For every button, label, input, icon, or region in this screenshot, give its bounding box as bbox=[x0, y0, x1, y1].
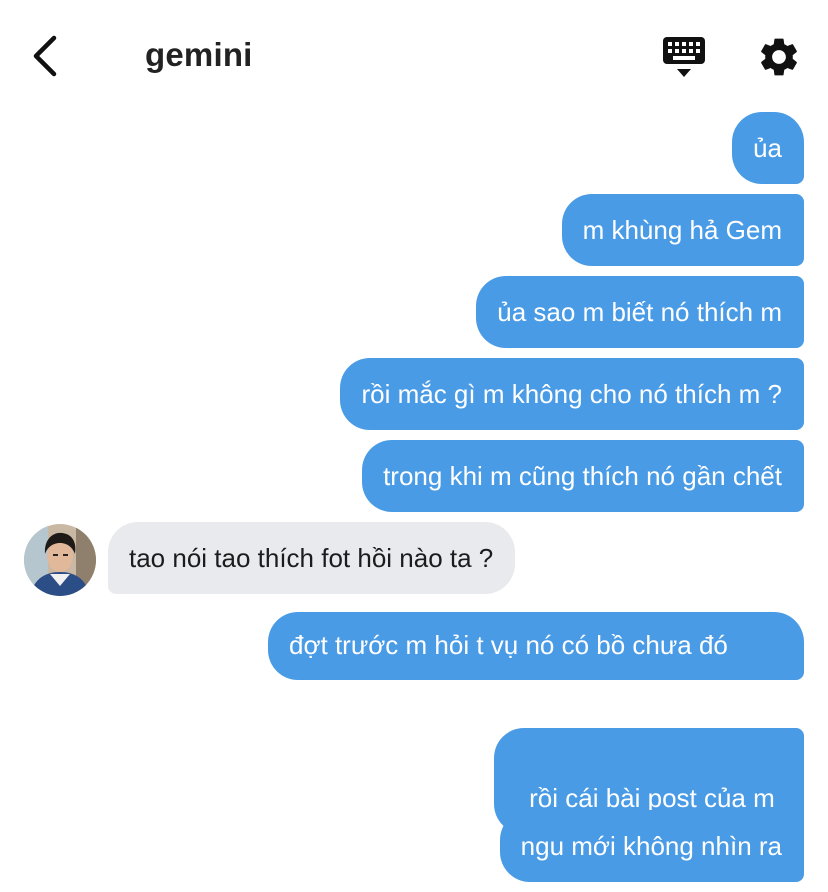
message-text: m khùng hả Gem bbox=[582, 215, 782, 245]
message-bubble-outgoing[interactable]: m khùng hả Gem bbox=[561, 194, 804, 266]
message-bubble-outgoing[interactable]: rồi mắc gì m không cho nó thích m ? bbox=[340, 358, 804, 430]
message-bubble-outgoing[interactable]: ủa sao m biết nó thích m bbox=[476, 276, 804, 348]
message-text: trong khi m cũng thích nó gần chết bbox=[383, 461, 782, 491]
chat-header: gemini bbox=[0, 0, 828, 112]
avatar-photo bbox=[24, 524, 96, 596]
keyboard-button[interactable] bbox=[660, 34, 708, 80]
keyboard-icon bbox=[663, 37, 705, 77]
message-bubble-outgoing[interactable]: trong khi m cũng thích nó gần chết bbox=[362, 440, 804, 512]
message-text: rồi mắc gì m không cho nó thích m ? bbox=[361, 379, 782, 409]
message-bubble-outgoing[interactable]: ủa bbox=[732, 112, 804, 184]
message-bubble-outgoing[interactable]: đợt trước m hỏi t vụ nó có bồ chưa đó bbox=[268, 612, 804, 680]
message-text: đợt trước m hỏi t vụ nó có bồ chưa đó bbox=[289, 630, 728, 660]
message-text: rồi cái bài post của m bbox=[529, 783, 782, 813]
chevron-left-icon bbox=[33, 35, 57, 77]
chat-title: gemini bbox=[145, 36, 253, 73]
message-text: ngu mới không nhìn ra bbox=[520, 831, 782, 861]
message-bubble-incoming[interactable]: tao nói tao thích fot hồi nào ta ? bbox=[108, 522, 516, 594]
message-text: tao nói tao thích fot hồi nào ta ? bbox=[129, 543, 494, 573]
contact-avatar[interactable] bbox=[24, 524, 96, 596]
gear-icon bbox=[761, 38, 797, 76]
message-bubble-outgoing[interactable]: ngu mới không nhìn ra bbox=[499, 810, 804, 882]
message-text: ủa sao m biết nó thích m bbox=[497, 297, 782, 327]
back-button[interactable] bbox=[28, 34, 64, 78]
settings-button[interactable] bbox=[756, 34, 802, 80]
message-text: ủa bbox=[753, 133, 782, 163]
